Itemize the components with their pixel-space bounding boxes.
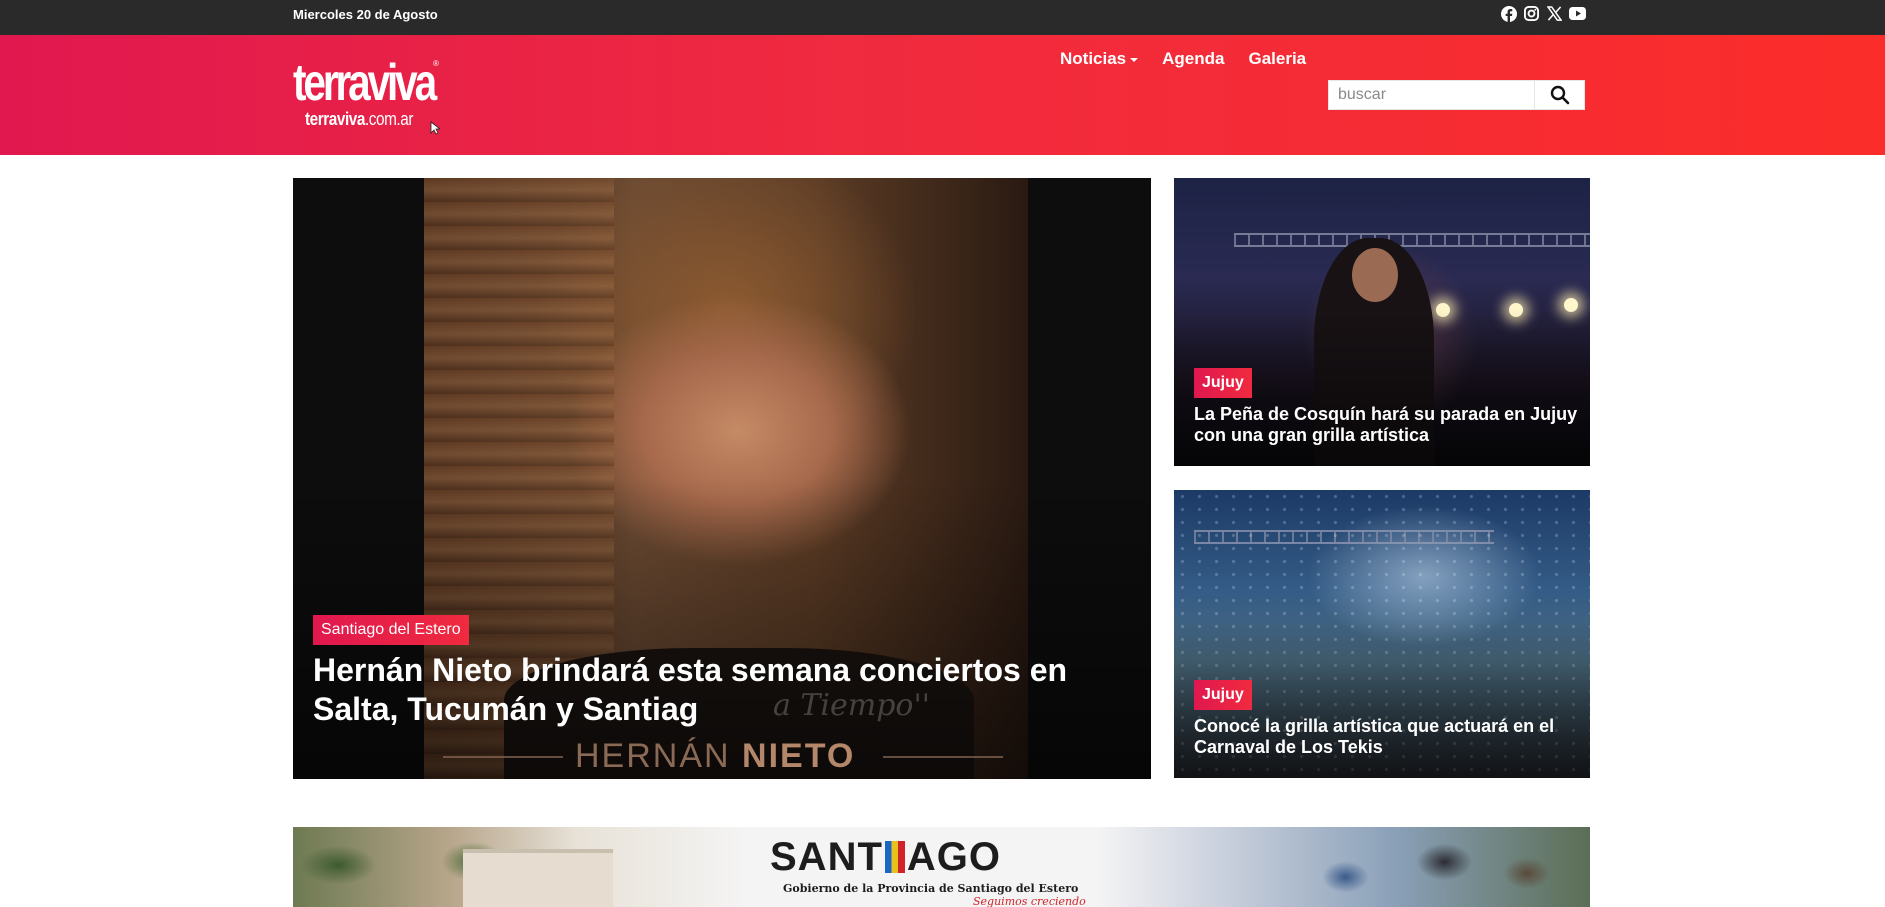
nav-noticias[interactable]: Noticias	[1060, 49, 1138, 69]
logo-domain-name: terraviva	[305, 109, 365, 129]
hero-headline[interactable]: Hernán Nieto brindará esta semana concie…	[313, 651, 1133, 729]
search-button[interactable]	[1534, 81, 1584, 109]
nav-galeria[interactable]: Galeria	[1248, 49, 1306, 69]
hero-article[interactable]: a Tiempo'' HERNÁN NIETO Santiago del Est…	[293, 178, 1151, 779]
search-box	[1328, 80, 1585, 110]
side-article-2[interactable]: Jujuy Conocé la grilla artística que act…	[1174, 490, 1590, 778]
main-nav: Noticias Agenda Galeria	[1060, 49, 1330, 69]
hero-watermark-first: HERNÁN	[575, 737, 743, 775]
stage-truss	[1234, 233, 1590, 247]
top-bar: Miercoles 20 de Agosto	[0, 0, 1885, 35]
banner-brand-b: AGO	[906, 835, 1002, 879]
banner-photo-building	[463, 849, 613, 907]
logo-domain-tld: .com.ar	[364, 109, 414, 129]
banner-flag-icon	[884, 841, 905, 873]
search-input[interactable]	[1329, 81, 1534, 109]
hero-watermark-line-right	[883, 756, 1003, 758]
card-category-tag[interactable]: Jujuy	[1194, 368, 1252, 398]
youtube-icon[interactable]	[1569, 5, 1586, 22]
logo-registered-mark: ®	[433, 59, 439, 68]
instagram-icon[interactable]	[1523, 5, 1540, 22]
card-category-tag[interactable]: Jujuy	[1194, 680, 1252, 710]
search-icon	[1550, 85, 1569, 105]
site-header: terraviva ® terraviva.com.ar	[0, 35, 1885, 155]
social-links	[1500, 5, 1586, 22]
x-icon[interactable]	[1546, 5, 1563, 22]
banner-brand: SANT AGO	[770, 835, 1001, 879]
site-logo[interactable]: terraviva ® terraviva.com.ar	[293, 55, 453, 145]
hero-watermark-line-left	[443, 756, 563, 758]
hero-category-tag[interactable]: Santiago del Estero	[313, 615, 469, 645]
sponsor-banner[interactable]: SANT AGO Gobierno de la Provincia de Sant…	[293, 827, 1590, 907]
card-headline[interactable]: La Peña de Cosquín hará su parada en Juj…	[1194, 404, 1584, 446]
nav-agenda[interactable]: Agenda	[1162, 49, 1224, 69]
hero-watermark-last: NIETO	[742, 737, 856, 775]
card-headline[interactable]: Conocé la grilla artística que actuará e…	[1194, 716, 1584, 758]
hero-watermark-name: HERNÁN NIETO	[575, 734, 855, 778]
logo-wordmark: terraviva	[293, 54, 437, 112]
banner-photo-people	[1263, 832, 1590, 907]
current-date: Miercoles 20 de Agosto	[293, 7, 438, 22]
banner-slogan: Seguimos creciendo	[973, 895, 1086, 907]
banner-brand-a: SANT	[770, 835, 883, 879]
side-article-1[interactable]: Jujuy La Peña de Cosquín hará su parada …	[1174, 178, 1590, 466]
banner-subtitle: Gobierno de la Provincia de Santiago del…	[783, 882, 1079, 895]
facebook-icon[interactable]	[1500, 5, 1517, 22]
mouse-cursor-icon	[430, 121, 440, 135]
card-photo-performer-head	[1352, 248, 1398, 302]
logo-domain: terraviva.com.ar	[305, 109, 413, 129]
